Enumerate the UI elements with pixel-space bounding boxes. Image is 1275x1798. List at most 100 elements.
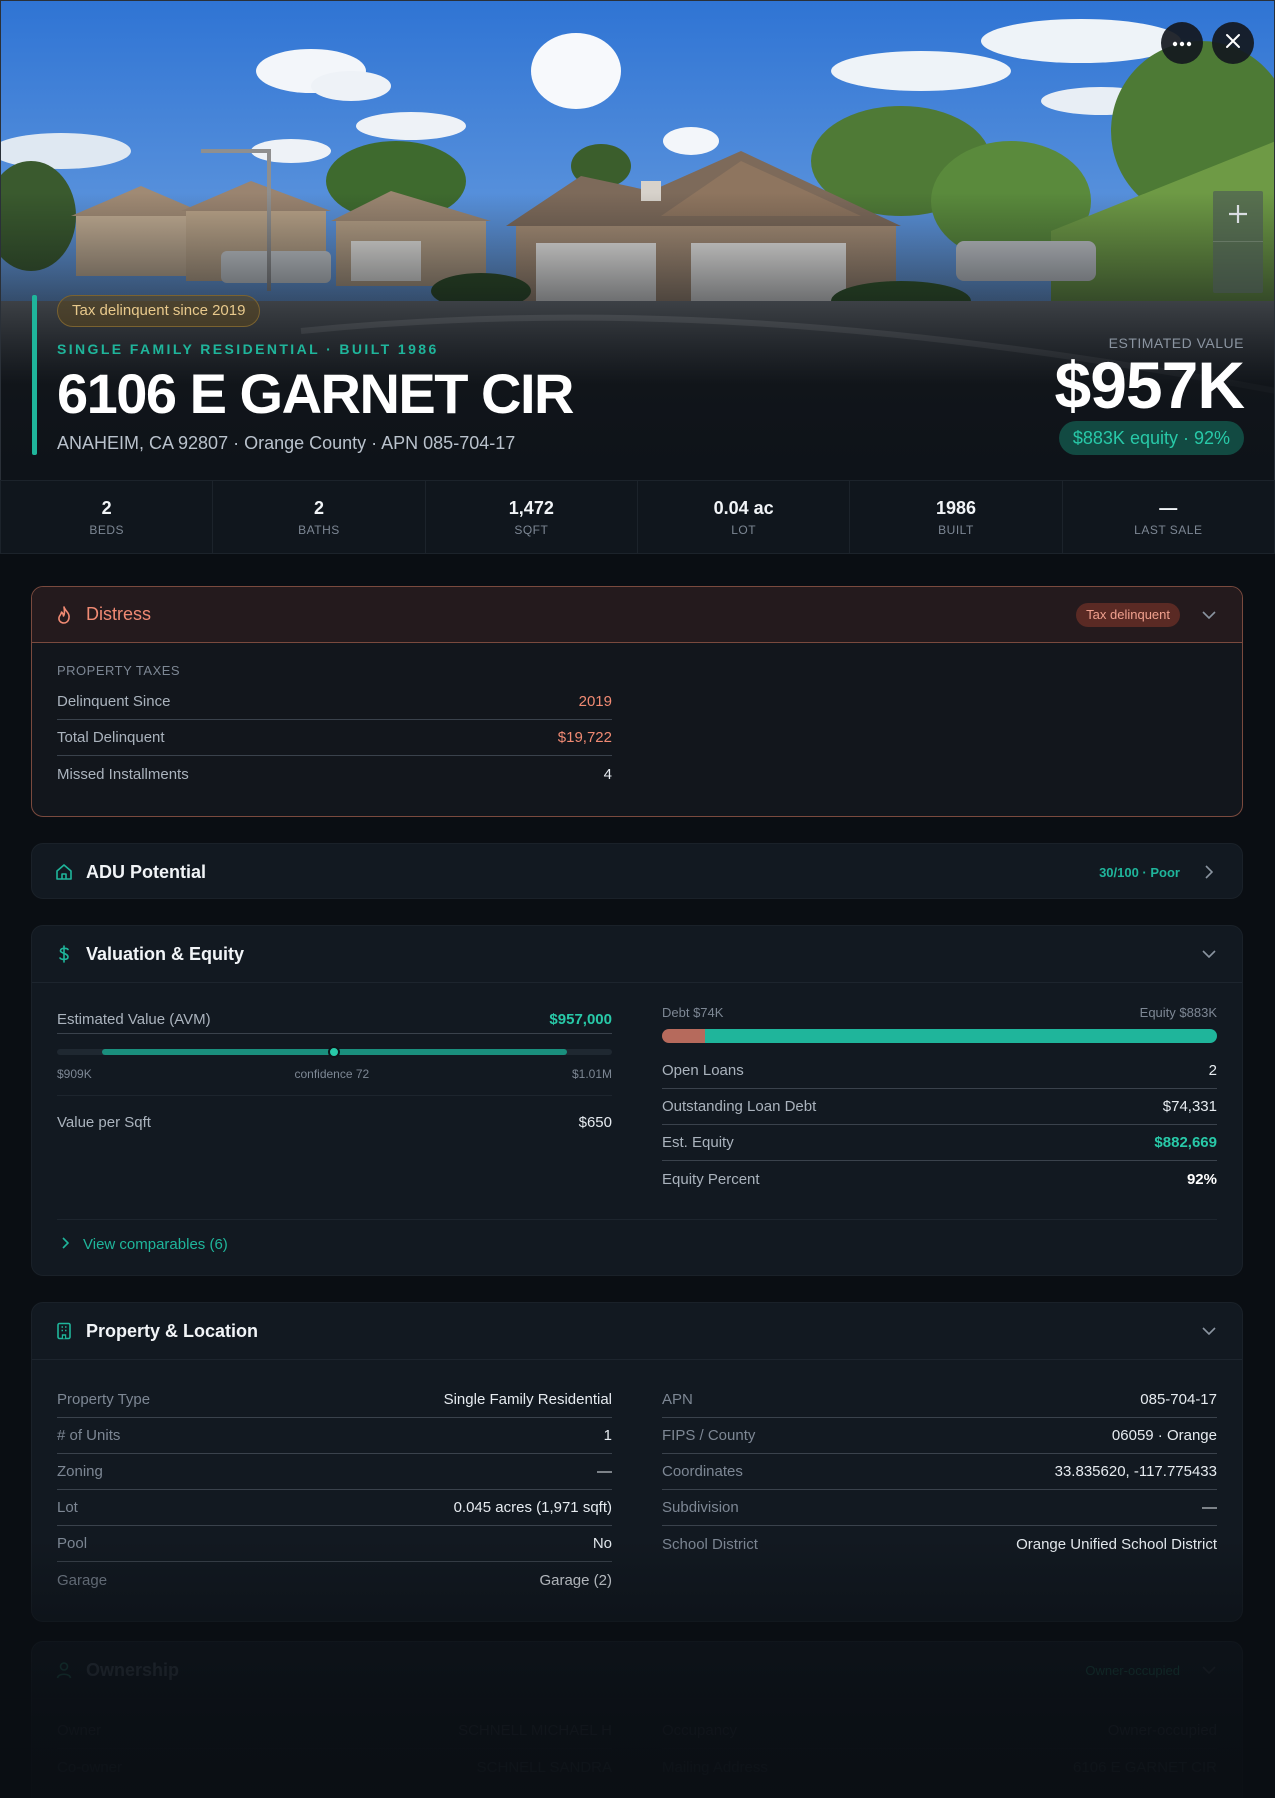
property-left-table: Property Type Single Family Residential #…	[57, 1382, 612, 1598]
row-value: Owner-occupied	[1107, 1722, 1217, 1739]
valuation-grid: Estimated Value (AVM) $957,000 $909K con…	[57, 1005, 1217, 1197]
stat-value: 0.04 ac	[713, 498, 774, 518]
property-stats-bar: 2 BEDS 2 BATHS 1,472 SQFT 0.04 ac LOT 1986 BU…	[0, 480, 1275, 554]
stat-label: BEDS	[89, 523, 124, 537]
valuation-title: Valuation & Equity	[86, 943, 245, 964]
user-icon	[54, 1660, 74, 1680]
lot-row: Lot 0.045 acres (1,971 sqft)	[57, 1490, 612, 1526]
distress-title: Distress	[86, 604, 152, 624]
more-horizontal-icon	[1172, 34, 1192, 52]
avm-low: $909K	[57, 1067, 92, 1081]
mailing-address-row: Mailing Address 6106 E GARNET CIR	[662, 1749, 1217, 1785]
row-value: $74,331	[1162, 1098, 1217, 1115]
row-value: $19,722	[557, 729, 612, 746]
row-value: 1	[603, 1427, 612, 1444]
row-key: Lot	[57, 1499, 78, 1516]
avm-row: Estimated Value (AVM) $957,000	[57, 1005, 612, 1033]
distress-card-header[interactable]: Distress Tax delinquent	[32, 587, 1242, 643]
zoom-in-button[interactable]	[1213, 191, 1263, 242]
row-value: Garage (2)	[539, 1571, 612, 1589]
stat-baths: 2 BATHS	[213, 481, 426, 553]
est-equity-row: Est. Equity $882,669	[662, 1125, 1217, 1161]
row-key: Co-owner	[57, 1758, 123, 1776]
property-location-card: Property & Location Property Type Single …	[31, 1302, 1243, 1622]
row-value: Orange Unified School District	[1016, 1535, 1217, 1553]
chevron-right-icon	[62, 1236, 70, 1253]
valuation-card-header[interactable]: Valuation & Equity	[32, 926, 1242, 982]
row-key: Mailing Address	[662, 1758, 768, 1776]
chevron-down-icon[interactable]	[1198, 1659, 1220, 1681]
avm-label: Estimated Value (AVM)	[57, 1010, 211, 1028]
apn-row: APN 085-704-17	[662, 1382, 1217, 1418]
adu-score-badge: 30/100 · Poor	[1099, 864, 1180, 880]
stat-value: 1,472	[508, 498, 554, 518]
value-per-sqft-row: Value per Sqft $650	[57, 1095, 612, 1131]
missed-installments-row: Missed Installments 4	[57, 756, 612, 792]
stat-last-sale: — LAST SALE	[1063, 481, 1274, 553]
chevron-down-icon[interactable]	[1198, 604, 1220, 626]
street-view-zoom-control	[1213, 191, 1263, 293]
occupancy-row: Occupancy Owner-occupied	[662, 1713, 1217, 1749]
row-value: $650	[578, 1114, 612, 1131]
distress-badge: Tax delinquent	[1076, 602, 1180, 627]
avm-high: $1.01M	[571, 1067, 612, 1081]
row-value: 2019	[578, 693, 612, 710]
row-key: # of Units	[57, 1427, 121, 1444]
close-button[interactable]	[1212, 22, 1254, 64]
adu-potential-card[interactable]: ADU Potential 30/100 · Poor	[31, 843, 1243, 899]
row-value: No	[592, 1535, 612, 1552]
view-comparables-label: View comparables (6)	[83, 1236, 228, 1253]
total-delinquent-row: Total Delinquent $19,722	[57, 720, 612, 756]
ownership-card-header[interactable]: Ownership Owner-occupied	[32, 1642, 1242, 1698]
row-value: —	[1202, 1499, 1217, 1516]
view-comparables-link[interactable]: View comparables (6)	[57, 1219, 1217, 1269]
outstanding-debt-row: Outstanding Loan Debt $74,331	[662, 1089, 1217, 1125]
row-value: 6106 E GARNET CIR	[1073, 1758, 1217, 1776]
chevron-right-icon[interactable]	[1198, 861, 1220, 883]
avm-confidence-range	[57, 1033, 612, 1065]
row-value: 06059 · Orange	[1111, 1427, 1217, 1444]
equity-label: Equity $883K	[1139, 1005, 1217, 1020]
row-key: Delinquent Since	[57, 693, 171, 710]
property-taxes-label: PROPERTY TAXES	[57, 663, 181, 678]
row-key: Subdivision	[662, 1499, 739, 1516]
row-key: Property Type	[57, 1391, 151, 1408]
row-value: 085-704-17	[1140, 1391, 1217, 1408]
house-icon	[54, 862, 74, 882]
chevron-down-icon[interactable]	[1198, 943, 1220, 965]
loan-equity-table: Open Loans 2 Outstanding Loan Debt $74,331…	[662, 1053, 1217, 1197]
more-options-button[interactable]	[1161, 22, 1203, 64]
avm-marker	[328, 1046, 340, 1058]
adu-card-header[interactable]: ADU Potential 30/100 · Poor	[32, 844, 1242, 898]
flame-icon	[54, 605, 74, 625]
property-body: Property Type Single Family Residential #…	[32, 1359, 1242, 1598]
property-grid: Property Type Single Family Residential #…	[57, 1382, 1217, 1598]
school-district-row: School District Orange Unified School Dis…	[662, 1526, 1217, 1562]
ownership-body: Owner SCHNELL MICHAEL H Co-owner SCHNELL S…	[32, 1698, 1242, 1785]
subdivision-row: Subdivision —	[662, 1490, 1217, 1526]
ownership-grid: Owner SCHNELL MICHAEL H Co-owner SCHNELL S…	[57, 1713, 1217, 1785]
row-key: Value per Sqft	[57, 1114, 151, 1131]
avm-column: Estimated Value (AVM) $957,000 $909K con…	[57, 1005, 612, 1197]
property-type-row: Property Type Single Family Residential	[57, 1382, 612, 1418]
adu-title: ADU Potential	[86, 861, 207, 882]
avm-value: $957,000	[549, 1010, 612, 1028]
row-key: Occupancy	[662, 1722, 738, 1739]
property-right-table: APN 085-704-17 FIPS / County 06059 · Orang…	[662, 1382, 1217, 1598]
property-location-line: ANAHEIM, CA 92807 · Orange County · APN …	[57, 433, 516, 453]
stat-value: 2	[313, 498, 324, 518]
open-loans-row: Open Loans 2	[662, 1053, 1217, 1089]
row-value: 4	[603, 765, 612, 783]
row-key: Est. Equity	[662, 1134, 734, 1151]
chevron-down-icon[interactable]	[1198, 1320, 1220, 1342]
row-key: FIPS / County	[662, 1427, 756, 1444]
hero-accent-bar	[32, 295, 37, 455]
zoom-out-button[interactable]	[1213, 242, 1263, 293]
valuation-equity-card: Valuation & Equity Estimated Value (AVM)…	[31, 925, 1243, 1276]
stat-sqft: 1,472 SQFT	[426, 481, 638, 553]
property-card-header[interactable]: Property & Location	[32, 1303, 1242, 1359]
row-key: Garage	[57, 1571, 108, 1589]
row-key: Pool	[57, 1535, 88, 1552]
zoning-row: Zoning —	[57, 1454, 612, 1490]
row-value: —	[597, 1463, 612, 1480]
